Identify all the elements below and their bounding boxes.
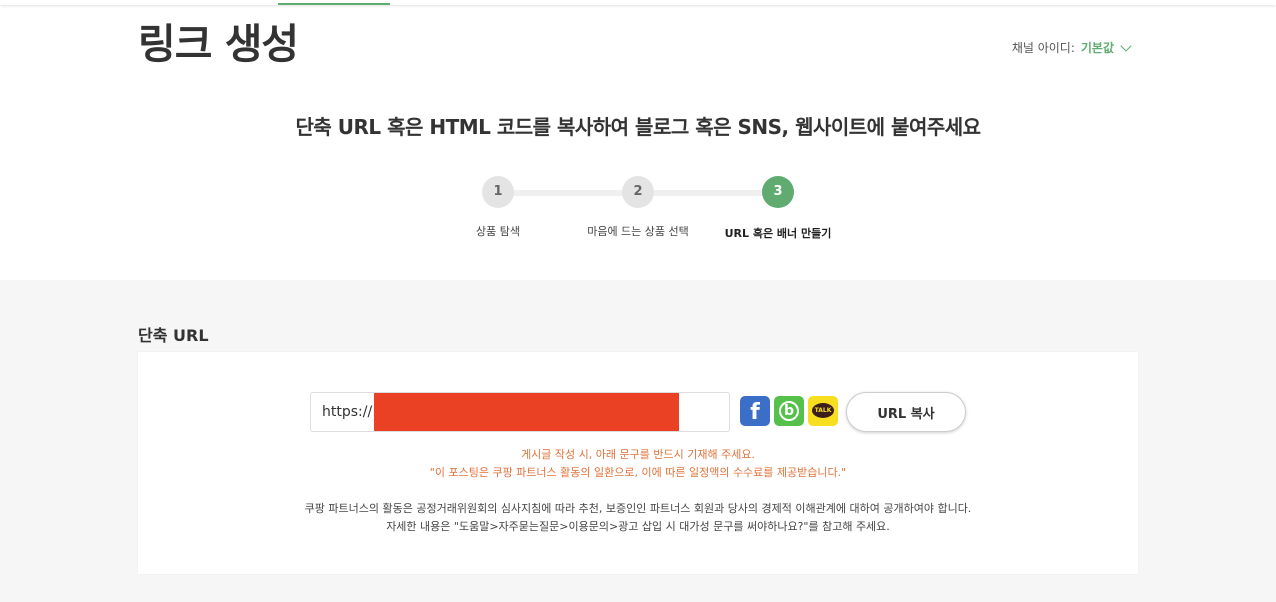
step-3-label: URL 혹은 배너 만들기 xyxy=(724,227,832,240)
step-1: 1 상품 탐색 xyxy=(438,176,558,239)
chevron-down-icon[interactable] xyxy=(1120,39,1132,52)
redacted-url-block xyxy=(374,393,679,431)
step-3-number: 3 xyxy=(762,176,794,208)
page-title: 링크 생성 xyxy=(138,20,299,68)
channel-value[interactable]: 기본값 xyxy=(1081,39,1114,56)
step-3: 3 URL 혹은 배너 만들기 xyxy=(718,176,838,241)
short-url-value[interactable]: https:// xyxy=(322,404,372,420)
step-indicator: 1 상품 탐색 2 마음에 드는 상품 선택 3 URL 혹은 배너 만들기 xyxy=(458,176,831,246)
disclosure-notice: 게시글 작성 시, 아래 문구를 반드시 기재해 주세요. xyxy=(521,448,755,461)
kakaotalk-bubble: TALK xyxy=(812,403,834,418)
facebook-icon[interactable]: f xyxy=(740,396,770,426)
band-glyph: b xyxy=(784,403,795,419)
step-2: 2 마음에 드는 상품 선택 xyxy=(578,176,698,239)
step-2-number: 2 xyxy=(622,176,654,208)
band-icon[interactable]: b xyxy=(774,396,804,426)
short-url-card: https:// f b TALK URL 복사 게시글 작성 시, 아래 문구… xyxy=(138,352,1138,574)
url-copy-button[interactable]: URL 복사 xyxy=(846,392,966,432)
channel-label: 채널 아이디: xyxy=(1011,41,1075,55)
facebook-glyph: f xyxy=(750,400,760,425)
step-1-label: 상품 탐색 xyxy=(476,225,520,238)
top-navigation-bar xyxy=(0,0,1276,5)
help-reference-text: 자세한 내용은 "도움말>자주묻는질문>이용문의>광고 삽입 시 대가성 문구를… xyxy=(386,520,890,533)
short-url-section-title: 단축 URL xyxy=(138,326,209,345)
disclosure-phrase: "이 포스팅은 쿠팡 파트너스 활동의 일환으로, 이에 따른 일정액의 수수료… xyxy=(429,466,847,479)
kakaotalk-icon[interactable]: TALK xyxy=(808,396,838,426)
partners-info-text: 쿠팡 파트너스의 활동은 공정거래위원회의 심사지침에 따라 추천, 보증인인 … xyxy=(304,502,972,515)
active-tab-indicator xyxy=(278,3,390,5)
instruction-headline: 단축 URL 혹은 HTML 코드를 복사하여 블로그 혹은 SNS, 웹사이트… xyxy=(295,115,981,139)
step-2-label: 마음에 드는 상품 선택 xyxy=(587,225,689,238)
step-1-number: 1 xyxy=(482,176,514,208)
short-url-field[interactable]: https:// xyxy=(310,392,730,432)
channel-selector[interactable]: 채널 아이디: 기본값 xyxy=(1011,39,1132,56)
